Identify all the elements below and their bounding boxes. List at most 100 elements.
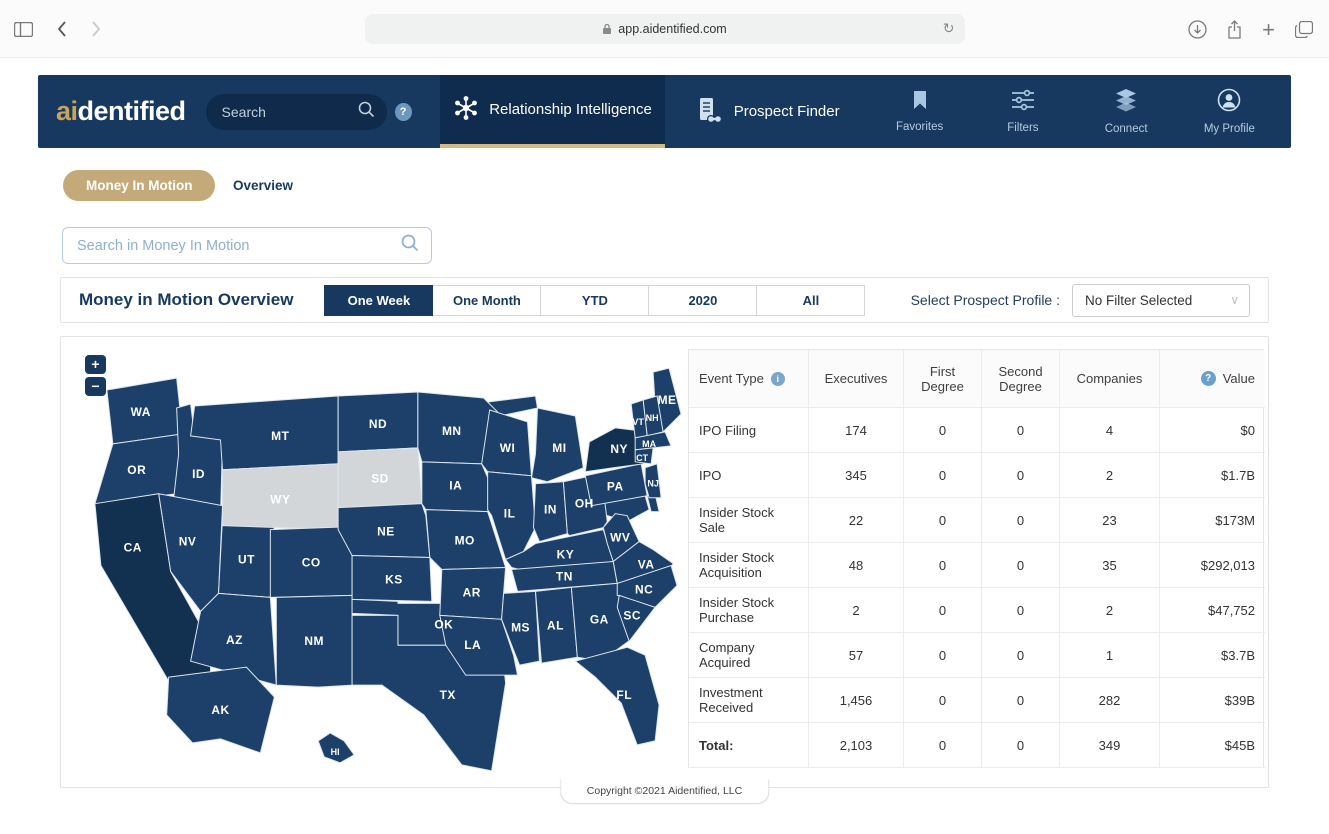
table-cell: Insider Stock Sale xyxy=(689,498,809,543)
col-executives: Executives xyxy=(809,350,904,408)
table-cell: 0 xyxy=(982,678,1060,723)
browser-chrome: G h app.aidentified.com ↻ + xyxy=(0,0,1329,58)
nav-search-placeholder: Search xyxy=(222,104,358,120)
reload-icon[interactable]: ↻ xyxy=(943,20,955,37)
lock-icon xyxy=(602,23,612,35)
table-cell: Insider Stock Purchase xyxy=(689,588,809,633)
table-cell: 0 xyxy=(982,588,1060,633)
table-cell: 2 xyxy=(1060,588,1160,633)
time-filter-one-month[interactable]: One Month xyxy=(432,285,541,316)
main-card: + − WAORCAIDNVUTAZMTWYCONMNDSDNEKSOKTXMN… xyxy=(60,336,1269,788)
overview-title: Money in Motion Overview xyxy=(79,290,293,310)
table-cell: IPO Filing xyxy=(689,408,809,453)
table-cell: 0 xyxy=(904,723,982,768)
state-ks[interactable] xyxy=(352,556,432,602)
downloads-icon[interactable] xyxy=(1188,20,1207,39)
time-filter-2020[interactable]: 2020 xyxy=(648,285,757,316)
state-ut[interactable] xyxy=(219,518,275,598)
table-cell: 0 xyxy=(904,453,982,498)
table-cell: Investment Received xyxy=(689,678,809,723)
table-cell: $3.7B xyxy=(1160,633,1265,678)
sidebar-icon[interactable] xyxy=(14,22,33,37)
table-cell: 0 xyxy=(982,723,1060,768)
aidentified-logo[interactable]: aidentified xyxy=(56,75,186,148)
table-cell: 0 xyxy=(982,453,1060,498)
money-in-motion-pill[interactable]: Money In Motion xyxy=(63,170,215,201)
state-mi[interactable] xyxy=(532,408,584,482)
state-or[interactable] xyxy=(95,434,183,504)
state-nj[interactable] xyxy=(645,464,661,498)
state-sd[interactable] xyxy=(338,448,422,508)
nav-item-favorites[interactable]: Favorites xyxy=(868,75,971,148)
nav-item-my-profile[interactable]: My Profile xyxy=(1178,75,1281,148)
new-tab-icon[interactable]: + xyxy=(1262,20,1275,39)
table-cell: 174 xyxy=(809,408,904,453)
table-cell: $173M xyxy=(1160,498,1265,543)
bookmark-icon xyxy=(912,90,928,115)
forward-icon[interactable] xyxy=(91,21,101,37)
map-zoom-in-button[interactable]: + xyxy=(85,355,106,374)
events-table: Event Typei Executives First Degree Seco… xyxy=(688,349,1264,768)
state-ak[interactable] xyxy=(167,667,275,753)
table-cell: 35 xyxy=(1060,543,1160,588)
tab-relationship-label: Relationship Intelligence xyxy=(489,101,652,118)
state-co[interactable] xyxy=(270,527,352,598)
table-cell: 1 xyxy=(1060,633,1160,678)
nav-search-input[interactable]: Search xyxy=(206,94,387,130)
tab-overview-icon[interactable] xyxy=(1295,21,1313,38)
time-filter-all[interactable]: All xyxy=(756,285,865,316)
prospect-profile-dropdown[interactable]: No Filter Selected ∨ xyxy=(1072,284,1250,317)
state-in[interactable] xyxy=(533,482,567,542)
logo-ai: ai xyxy=(56,96,78,127)
nav-item-connect[interactable]: Connect xyxy=(1075,75,1178,148)
time-filter-one-week[interactable]: One Week xyxy=(324,285,433,316)
map-zoom-out-button[interactable]: − xyxy=(85,377,106,396)
share-icon[interactable] xyxy=(1227,20,1242,39)
col-first-degree: First Degree xyxy=(904,350,982,408)
state-hi[interactable] xyxy=(318,733,354,763)
event-type-info-icon[interactable]: i xyxy=(771,372,785,386)
table-cell: 0 xyxy=(904,543,982,588)
tab-relationship-intelligence[interactable]: Relationship Intelligence xyxy=(440,75,666,148)
table-cell: $0 xyxy=(1160,408,1265,453)
state-nm[interactable] xyxy=(276,595,352,687)
table-cell: 2 xyxy=(809,588,904,633)
url-bar[interactable]: app.aidentified.com ↻ xyxy=(365,14,965,44)
search-icon xyxy=(401,234,419,257)
nav-item-filters[interactable]: Filters xyxy=(971,75,1074,148)
table-cell: IPO xyxy=(689,453,809,498)
table-row: Company Acquired57001$3.7B xyxy=(689,633,1263,678)
url-text: app.aidentified.com xyxy=(618,22,726,36)
state-wa[interactable] xyxy=(107,378,183,444)
copyright-pill: Copyright ©2021 Aidentified, LLC xyxy=(560,779,769,804)
table-cell: 0 xyxy=(904,633,982,678)
state-ct[interactable] xyxy=(635,448,653,464)
col-companies: Companies xyxy=(1060,350,1160,408)
overview-link[interactable]: Overview xyxy=(233,178,293,193)
nav-help-icon[interactable]: ? xyxy=(395,103,412,121)
col-second-degree: Second Degree xyxy=(982,350,1060,408)
state-wy[interactable] xyxy=(223,464,339,530)
state-nd[interactable] xyxy=(338,392,418,452)
state-ar[interactable] xyxy=(440,567,506,619)
value-help-icon[interactable]: ? xyxy=(1201,371,1216,386)
table-cell: 282 xyxy=(1060,678,1160,723)
table-header-row: Event Typei Executives First Degree Seco… xyxy=(689,350,1263,408)
table-row: Insider Stock Sale220023$173M xyxy=(689,498,1263,543)
table-row: Investment Received1,45600282$39B xyxy=(689,678,1263,723)
tab-prospect-finder[interactable]: Prospect Finder xyxy=(665,75,868,148)
state-ia[interactable] xyxy=(422,462,496,512)
state-ne[interactable] xyxy=(338,504,430,558)
state-wi[interactable] xyxy=(482,410,532,476)
table-cell: 0 xyxy=(982,498,1060,543)
mim-search-input[interactable]: Search in Money In Motion xyxy=(62,227,432,264)
table-cell: 22 xyxy=(809,498,904,543)
table-cell: 0 xyxy=(904,408,982,453)
back-icon[interactable] xyxy=(57,21,67,37)
nav-item-label: Favorites xyxy=(896,121,943,133)
table-cell: Company Acquired xyxy=(689,633,809,678)
time-filter-ytd[interactable]: YTD xyxy=(540,285,649,316)
state-fl[interactable] xyxy=(575,647,659,745)
state-al[interactable] xyxy=(535,587,577,663)
time-filter-group: One Week One Month YTD 2020 All xyxy=(325,285,865,316)
